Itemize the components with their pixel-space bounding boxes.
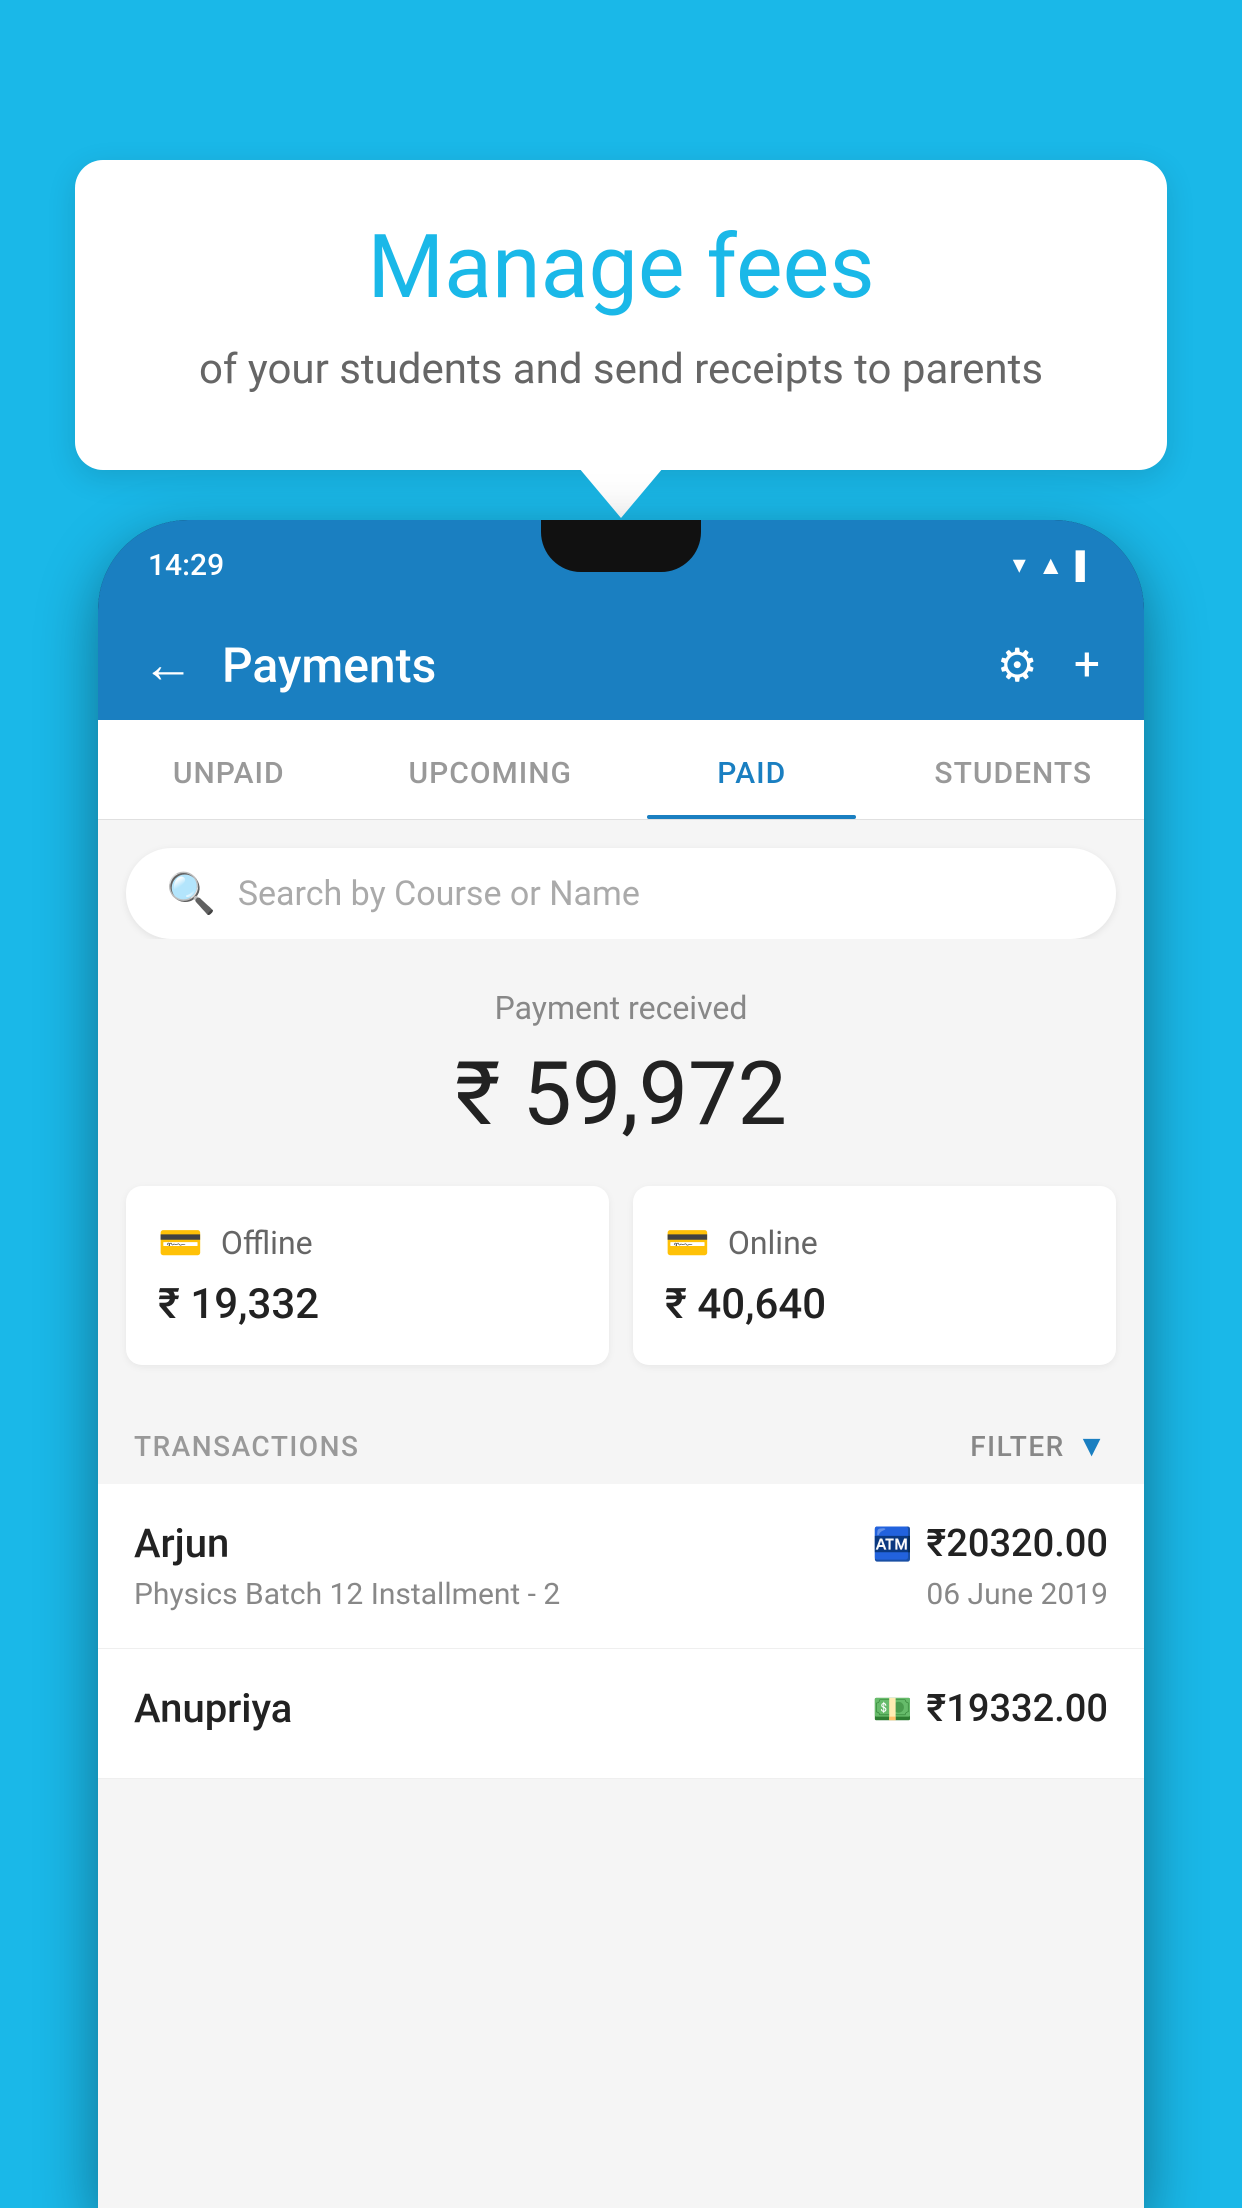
offline-label: Offline <box>221 1224 313 1262</box>
card-icon: 🏧 <box>873 1525 913 1563</box>
payment-received-section: Payment received ₹ 59,972 <box>98 939 1144 1186</box>
table-row[interactable]: Anupriya 💵 ₹19332.00 <box>98 1649 1144 1779</box>
back-button[interactable]: ← <box>142 639 194 691</box>
transaction-date: 06 June 2019 <box>926 1577 1108 1612</box>
filter-button[interactable]: FILTER ▼ <box>970 1429 1108 1464</box>
bubble-title: Manage fees <box>155 220 1087 317</box>
payment-cards: 💳 Offline ₹ 19,332 💳 Online ₹ 40,640 <box>98 1186 1144 1365</box>
online-icon: 💳 <box>665 1222 710 1264</box>
tab-upcoming[interactable]: UPCOMING <box>360 720 622 819</box>
status-bar: 14:29 ▾ ▲ ▌ <box>98 520 1144 610</box>
table-row[interactable]: Arjun 🏧 ₹20320.00 Physics Batch 12 Insta… <box>98 1484 1144 1649</box>
transactions-label: TRANSACTIONS <box>134 1430 359 1463</box>
wifi-icon: ▾ <box>1013 550 1026 580</box>
transaction-amount-wrap: 💵 ₹19332.00 <box>873 1687 1108 1731</box>
filter-icon: ▼ <box>1077 1429 1108 1464</box>
add-icon[interactable]: + <box>1074 638 1100 692</box>
transaction-description: Physics Batch 12 Installment - 2 <box>134 1577 560 1612</box>
app-header: ← Payments ⚙ + <box>98 610 1144 720</box>
tab-students[interactable]: STUDENTS <box>883 720 1145 819</box>
filter-label: FILTER <box>970 1430 1065 1463</box>
search-icon: 🔍 <box>166 870 216 917</box>
header-icons: ⚙ + <box>997 638 1100 693</box>
speech-bubble: Manage fees of your students and send re… <box>75 160 1167 470</box>
tabs-bar: UNPAID UPCOMING PAID STUDENTS <box>98 720 1144 820</box>
page-title: Payments <box>222 637 969 694</box>
cash-icon: 💵 <box>873 1690 913 1728</box>
offline-amount: ₹ 19,332 <box>158 1280 577 1329</box>
online-card: 💳 Online ₹ 40,640 <box>633 1186 1116 1365</box>
payment-received-label: Payment received <box>98 989 1144 1027</box>
online-amount: ₹ 40,640 <box>665 1280 1084 1329</box>
phone-frame: 14:29 ▾ ▲ ▌ ← Payments ⚙ + UNPAID UPCOMI… <box>98 520 1144 2208</box>
transactions-header: TRANSACTIONS FILTER ▼ <box>98 1401 1144 1484</box>
offline-icon: 💳 <box>158 1222 203 1264</box>
online-label: Online <box>728 1224 818 1262</box>
settings-icon[interactable]: ⚙ <box>997 638 1038 693</box>
transaction-name: Anupriya <box>134 1685 292 1732</box>
tab-unpaid[interactable]: UNPAID <box>98 720 360 819</box>
status-icons: ▾ ▲ ▌ <box>1013 550 1094 581</box>
transaction-amount-wrap: 🏧 ₹20320.00 <box>873 1522 1108 1566</box>
phone-screen: UNPAID UPCOMING PAID STUDENTS 🔍 Search b… <box>98 720 1144 2208</box>
payment-received-amount: ₹ 59,972 <box>98 1043 1144 1146</box>
offline-card: 💳 Offline ₹ 19,332 <box>126 1186 609 1365</box>
signal-icon: ▲ <box>1038 550 1064 581</box>
transaction-amount: ₹19332.00 <box>926 1687 1108 1731</box>
tab-paid[interactable]: PAID <box>621 720 883 819</box>
transaction-name: Arjun <box>134 1520 229 1567</box>
status-time: 14:29 <box>148 548 224 583</box>
search-bar[interactable]: 🔍 Search by Course or Name <box>126 848 1116 939</box>
bubble-subtitle: of your students and send receipts to pa… <box>155 341 1087 400</box>
battery-icon: ▌ <box>1076 550 1094 581</box>
search-input[interactable]: Search by Course or Name <box>238 874 640 914</box>
transaction-amount: ₹20320.00 <box>926 1522 1108 1566</box>
